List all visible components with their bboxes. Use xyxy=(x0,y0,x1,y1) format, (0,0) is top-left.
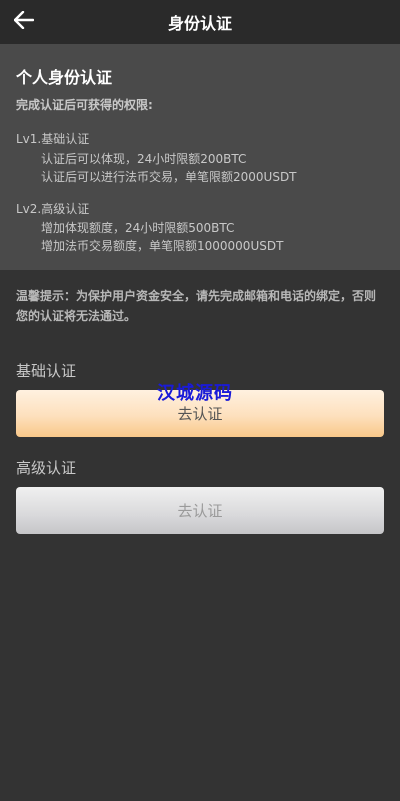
info-title: 个人身份认证 xyxy=(16,68,113,87)
level-2-benefit: 增加法币交易额度，单笔限额1000000USDT xyxy=(41,239,284,253)
identity-verification-page: 身份认证 个人身份认证 完成认证后可获得的权限: Lv1.基础认证 认证后可以体… xyxy=(0,0,400,801)
level-1-title: Lv1.基础认证 xyxy=(16,132,90,146)
warm-tip-notice: 温馨提示：为保护用户资金安全，请先完成邮箱和电话的绑定，否则您的认证将无法通过。 xyxy=(16,289,377,323)
arrow-left-icon xyxy=(13,10,35,33)
page-title: 身份认证 xyxy=(167,14,232,33)
level-1-benefit: 认证后可以进行法币交易，单笔限额2000USDT xyxy=(41,170,297,184)
watermark-text: 汉城源码 xyxy=(157,383,233,404)
advanced-verify-button[interactable]: 去认证 xyxy=(16,487,384,534)
level-2-benefit: 增加体现额度，24小时限额500BTC xyxy=(41,221,235,235)
level-2-title: Lv2.高级认证 xyxy=(16,202,90,216)
info-subtitle: 完成认证后可获得的权限: xyxy=(16,98,153,112)
advanced-verification-label: 高级认证 xyxy=(16,459,77,477)
top-nav-bar: 身份认证 xyxy=(0,0,400,44)
basic-verification-label: 基础认证 xyxy=(16,362,77,380)
level-1-benefit: 认证后可以体现，24小时限额200BTC xyxy=(41,152,247,166)
back-button[interactable] xyxy=(10,8,38,36)
permissions-info-panel: 个人身份认证 完成认证后可获得的权限: Lv1.基础认证 认证后可以体现，24小… xyxy=(0,44,400,270)
